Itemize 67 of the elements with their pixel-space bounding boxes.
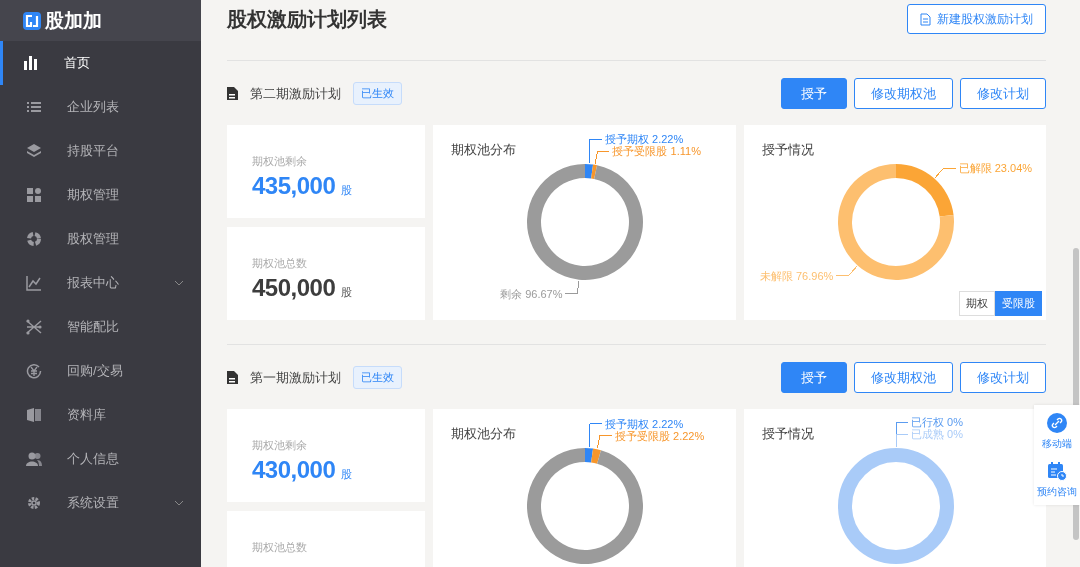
toggle-tab[interactable]: 受限股 [995, 291, 1042, 316]
sidebar-item[interactable]: 企业列表 [0, 85, 201, 129]
sidebar-item[interactable]: 股权管理 [0, 217, 201, 261]
menu-item-icon [26, 319, 42, 335]
chart-label: 未解限 76.96% [759, 269, 834, 282]
menu-item-icon [26, 407, 42, 423]
menu-item-icon [23, 55, 39, 71]
chart-label: 已成熟 0% [911, 428, 963, 440]
chart-label: 已解限 23.04% [958, 162, 1033, 175]
sidebar-item[interactable]: 持股平台 [0, 129, 201, 173]
menu-item-icon [26, 143, 42, 159]
document-icon [227, 371, 238, 384]
new-plan-button[interactable]: 新建股权激励计划 [907, 4, 1046, 34]
menu-item-icon [26, 187, 42, 203]
stat-label: 期权池总数 [252, 256, 307, 271]
sidebar-item[interactable]: 个人信息 [0, 437, 201, 481]
document-icon [227, 87, 238, 100]
stat-label: 期权池剩余 [252, 154, 307, 169]
menu-item-icon [26, 495, 42, 511]
chart-label: 授予受限股 2.22% [614, 429, 705, 442]
sidebar-item[interactable]: 报表中心 [0, 261, 201, 305]
chart-title: 授予情况 [762, 425, 814, 443]
stat-value: 430,000 [252, 456, 336, 484]
link-icon [1047, 413, 1067, 433]
stat-value: 435,000 [252, 172, 336, 200]
page-title: 股权激励计划列表 [227, 7, 387, 32]
status-tag: 已生效 [353, 82, 402, 105]
chart-label: 授予期权 2.22% [605, 133, 684, 146]
plan-title: 第二期激励计划 [250, 84, 341, 103]
action-button[interactable]: 修改期权池 [854, 78, 953, 109]
sidebar-item[interactable]: 期权管理 [0, 173, 201, 217]
chart-label: 已行权 0% [911, 416, 963, 428]
action-button[interactable]: 授予 [781, 78, 847, 109]
document-icon [920, 12, 931, 26]
chart-label: 剩余 96.67% [500, 287, 563, 300]
menu-item-icon [26, 363, 42, 379]
logo-icon [23, 11, 41, 30]
status-tag: 已生效 [353, 366, 402, 389]
chart-label: 授予期权 2.22% [605, 417, 684, 430]
float-label[interactable]: 预约咨询 [1037, 485, 1077, 499]
menu-item-icon [26, 99, 42, 115]
chart-title: 期权池分布 [451, 425, 516, 443]
sidebar-item[interactable]: 系统设置 [0, 481, 201, 525]
sidebar-item[interactable]: 资料库 [0, 393, 201, 437]
float-label[interactable]: 移动端 [1042, 437, 1072, 451]
action-button[interactable]: 修改期权池 [854, 362, 953, 393]
menu-item-icon [26, 231, 42, 247]
action-button[interactable]: 修改计划 [960, 362, 1046, 393]
sidebar-item[interactable]: 回购/交易 [0, 349, 201, 393]
menu-item-icon [26, 451, 42, 467]
chart-label: 授予受限股 1.11% [612, 145, 701, 158]
chart-title: 期权池分布 [451, 141, 516, 159]
stat-unit: 股 [341, 183, 353, 198]
chart-title: 授予情况 [762, 141, 814, 159]
calendar-icon [1047, 461, 1067, 481]
stat-unit: 股 [341, 285, 353, 300]
stat-value: 450,000 [252, 274, 336, 302]
stat-label: 期权池总数 [252, 540, 307, 555]
brand-name: 股加加 [45, 8, 102, 33]
toggle-tab[interactable]: 期权 [959, 291, 995, 316]
action-button[interactable]: 修改计划 [960, 78, 1046, 109]
stat-label: 期权池剩余 [252, 438, 307, 453]
action-button[interactable]: 授予 [781, 362, 847, 393]
sidebar-item[interactable]: 智能配比 [0, 305, 201, 349]
plan-title: 第一期激励计划 [250, 368, 341, 387]
menu-item-icon [26, 275, 42, 291]
stat-unit: 股 [341, 467, 353, 482]
